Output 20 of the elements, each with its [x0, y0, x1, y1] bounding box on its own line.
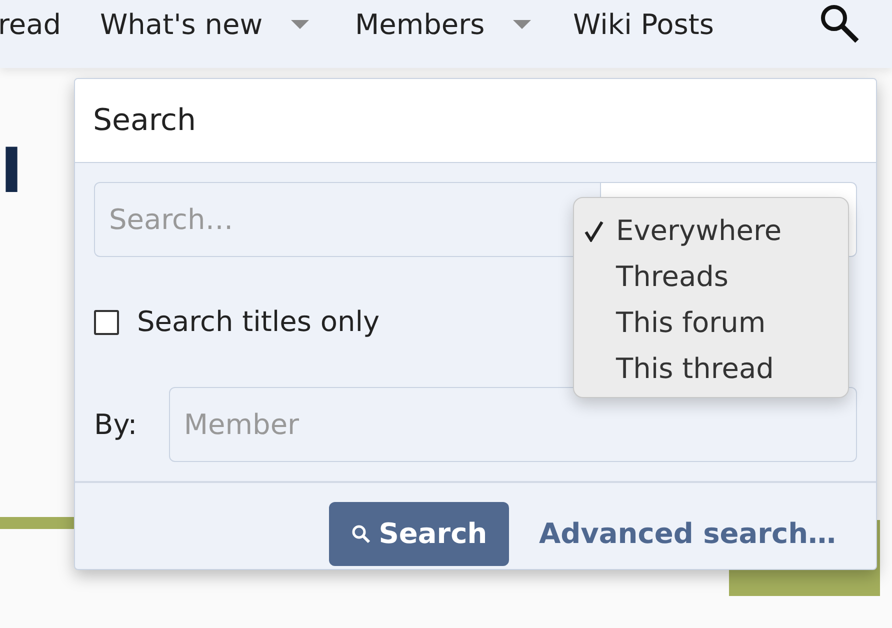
search-icon [350, 524, 371, 544]
search-button[interactable]: Search [328, 502, 509, 566]
member-field[interactable]: Member [168, 387, 857, 462]
advanced-search-link[interactable]: Advanced search… [538, 513, 836, 555]
caret-icon [290, 20, 309, 30]
nav-link[interactable]: What's new [100, 4, 309, 46]
nav-link[interactable]: Wiki Posts [573, 4, 714, 46]
menu-option[interactable]: This forum [574, 300, 848, 346]
nav-link[interactable]: Members [355, 4, 531, 46]
caret-icon [512, 20, 531, 30]
search-field[interactable]: Search… [94, 182, 601, 257]
search-icon[interactable] [818, 2, 860, 44]
check-icon [584, 220, 604, 242]
checkbox[interactable] [94, 310, 119, 334]
checkbox-label: Search titles only [137, 304, 380, 340]
member-label: By: [94, 406, 138, 442]
popup-title: Search [93, 102, 196, 140]
page-heading: I [0, 140, 24, 202]
nav-link[interactable]: read [0, 4, 62, 46]
menu-option[interactable]: Threads [574, 254, 848, 300]
